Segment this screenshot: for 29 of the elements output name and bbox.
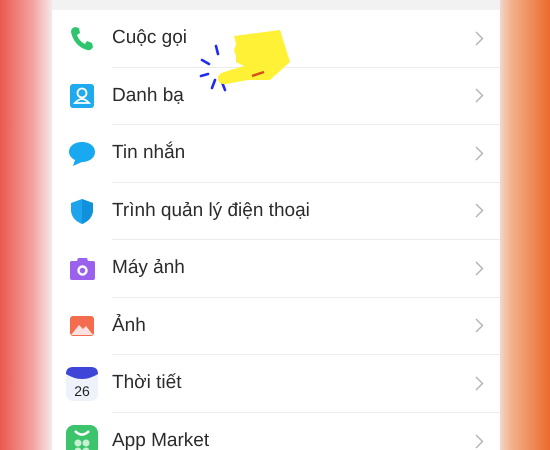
settings-item-label: Cuộc gọi bbox=[112, 27, 188, 50]
chat-bubble-icon bbox=[68, 140, 96, 167]
settings-item-label: Danh bạ bbox=[112, 84, 185, 107]
chevron-right-icon bbox=[475, 260, 484, 276]
weather-icon-number: 26 bbox=[74, 382, 90, 399]
settings-item-label: Máy ảnh bbox=[112, 257, 186, 280]
settings-item[interactable]: Ảnh bbox=[52, 298, 500, 355]
chevron-right-icon bbox=[475, 318, 484, 334]
chevron-right-icon bbox=[475, 376, 484, 391]
settings-item-label: Tin nhắn bbox=[112, 142, 186, 164]
chevron-right-icon bbox=[475, 146, 484, 161]
settings-item-label: App Market bbox=[112, 430, 210, 450]
settings-item[interactable]: Tin nhắn bbox=[52, 125, 500, 182]
chevron-right-icon bbox=[475, 434, 484, 449]
shield-icon bbox=[70, 198, 94, 225]
settings-item[interactable]: App Market bbox=[52, 412, 500, 450]
picture-icon bbox=[69, 315, 95, 338]
chevron-right-icon bbox=[475, 88, 484, 104]
settings-item-label: Trình quản lý điện thoại bbox=[112, 200, 311, 222]
phone-icon bbox=[70, 26, 94, 52]
settings-item[interactable]: Trình quản lý điện thoại bbox=[52, 182, 500, 240]
settings-item-label: Thời tiết bbox=[112, 372, 182, 394]
chevron-right-icon bbox=[475, 30, 484, 46]
chevron-right-icon bbox=[475, 203, 484, 218]
settings-item[interactable]: 26 Thời tiết bbox=[52, 355, 500, 412]
settings-item-label: Ảnh bbox=[112, 314, 147, 337]
contact-card-icon bbox=[69, 83, 95, 110]
camera-icon bbox=[68, 256, 96, 281]
settings-item[interactable]: Máy ảnh bbox=[52, 240, 500, 298]
